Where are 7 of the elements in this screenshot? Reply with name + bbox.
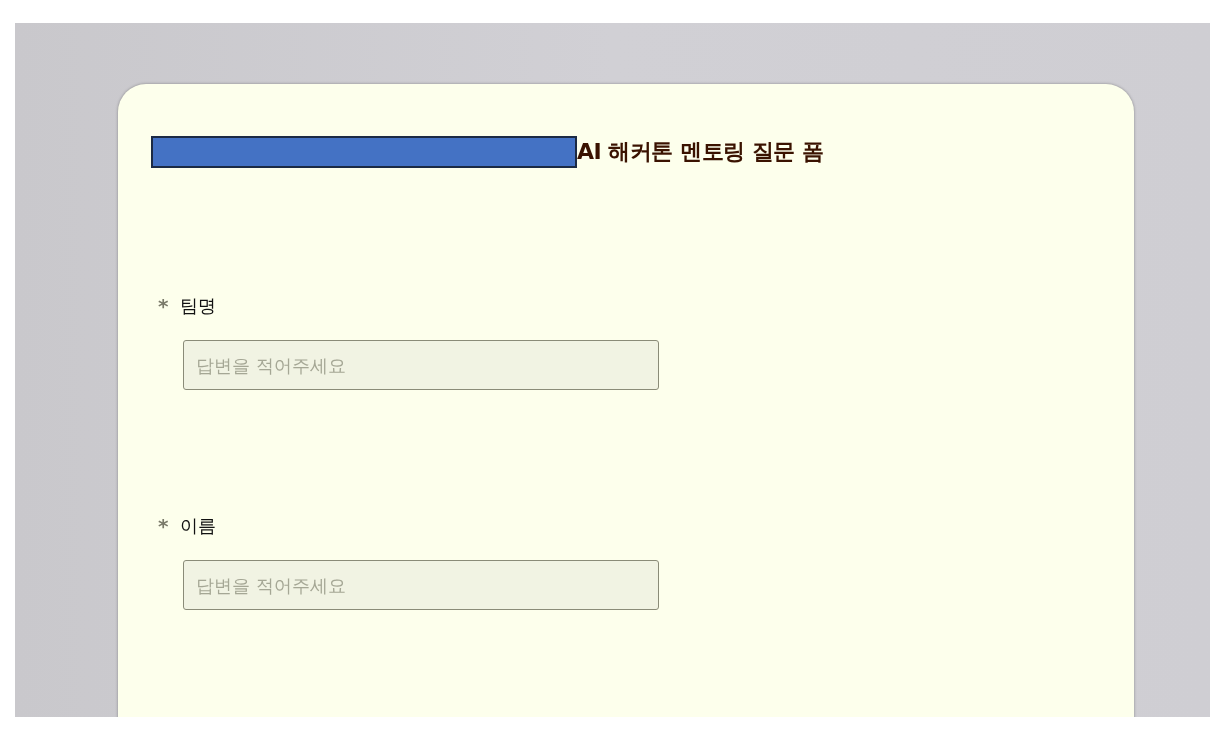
form-title: AI 해커톤 멘토링 질문 폼 xyxy=(577,138,824,166)
answer-field[interactable]: 답변을 적어주세요 xyxy=(183,340,659,390)
required-mark: * xyxy=(158,294,169,318)
question-label: 이름 xyxy=(180,514,217,538)
required-mark: * xyxy=(158,514,169,538)
question-label: 팀명 xyxy=(180,294,217,318)
answer-field[interactable]: 답변을 적어주세요 xyxy=(183,560,659,610)
